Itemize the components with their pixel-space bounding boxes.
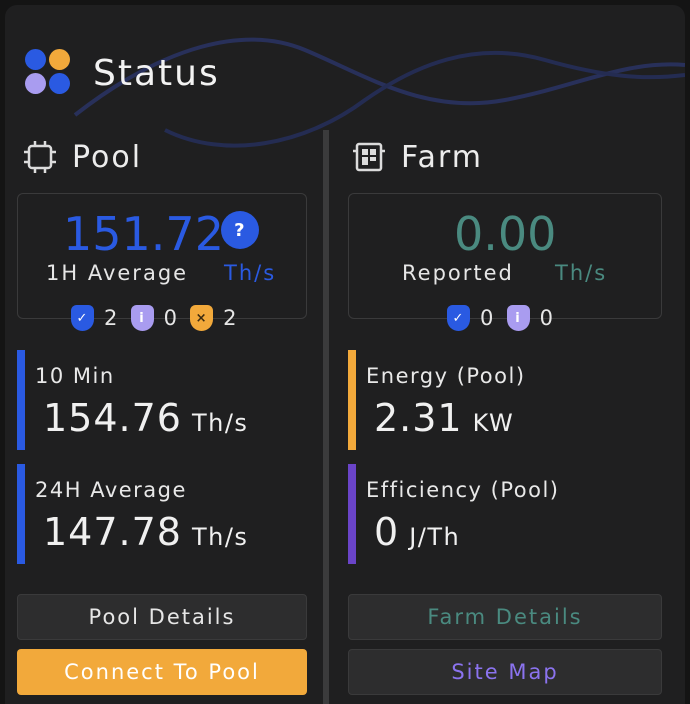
farm-grid-icon	[353, 142, 385, 172]
pool-section-title: Pool	[22, 139, 142, 175]
metric-value: 0 J/Th	[374, 510, 461, 554]
metric-accent-bar	[17, 464, 25, 564]
metric-value: 2.31 KW	[374, 396, 515, 440]
farm-section-title: Farm	[351, 139, 483, 175]
farm-metric-efficiency: Efficiency (Pool) 0 J/Th	[348, 464, 662, 564]
pool-error-count: 2	[223, 306, 238, 330]
pool-badges: ✓ 2 i 0 × 2	[71, 305, 250, 331]
farm-title: Farm	[401, 139, 483, 175]
metric-label: Efficiency (Pool)	[366, 478, 560, 502]
pool-ok-count: 2	[104, 306, 119, 330]
farm-ok-count: 0	[480, 306, 495, 330]
metric-label: 24H Average	[35, 478, 187, 502]
status-title: Status	[93, 52, 220, 94]
status-card: Status Pool 151.72 ? 1H Average Th/s ✓ 2…	[5, 5, 685, 704]
check-shield-icon: ✓	[71, 305, 94, 331]
metric-label: 10 Min	[35, 364, 115, 388]
farm-metric-energy: Energy (Pool) 2.31 KW	[348, 350, 662, 450]
section-divider	[323, 130, 329, 704]
check-shield-icon: ✓	[447, 305, 470, 331]
help-icon[interactable]: ?	[221, 211, 259, 249]
site-map-button[interactable]: Site Map	[348, 649, 662, 695]
pool-hashrate-unit: Th/s	[224, 261, 277, 285]
metric-value: 154.76 Th/s	[43, 396, 249, 440]
pool-metric-24h: 24H Average 147.78 Th/s	[17, 464, 307, 564]
info-shield-icon: i	[506, 305, 530, 331]
metric-label: Energy (Pool)	[366, 364, 526, 388]
metric-accent-bar	[17, 350, 25, 450]
pool-metric-10min: 10 Min 154.76 Th/s	[17, 350, 307, 450]
farm-details-button[interactable]: Farm Details	[348, 594, 662, 640]
pool-details-button[interactable]: Pool Details	[17, 594, 307, 640]
farm-hashrate-value: 0.00	[454, 207, 557, 261]
error-shield-icon: ×	[190, 305, 214, 331]
pool-hashrate-value: 151.72	[63, 207, 224, 261]
farm-info-count: 0	[539, 306, 555, 330]
metric-accent-bar	[348, 350, 356, 450]
pool-info-count: 0	[163, 306, 179, 330]
metric-accent-bar	[348, 464, 356, 564]
metric-value: 147.78 Th/s	[43, 510, 249, 554]
connect-to-pool-button[interactable]: Connect To Pool	[17, 649, 307, 695]
status-logo-icon	[25, 49, 73, 97]
farm-hashrate-unit: Th/s	[555, 261, 608, 285]
chip-icon	[24, 141, 56, 173]
farm-hashrate-label: Reported	[402, 261, 514, 285]
farm-badges: ✓ 0 i 0	[447, 305, 566, 331]
pool-hashrate-label: 1H Average	[46, 261, 189, 285]
pool-title: Pool	[72, 139, 143, 175]
status-header: Status	[25, 47, 220, 99]
info-shield-icon: i	[130, 305, 154, 331]
